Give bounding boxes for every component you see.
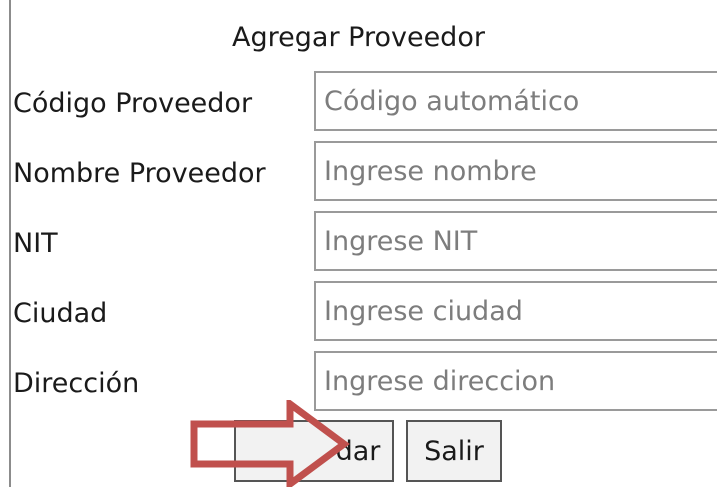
ciudad-input[interactable] (314, 281, 717, 341)
ciudad-label: Ciudad (13, 298, 108, 329)
nit-label: NIT (13, 228, 58, 259)
salir-button-label: Salir (424, 435, 484, 467)
codigo-proveedor-input[interactable] (314, 71, 717, 131)
codigo-proveedor-label: Código Proveedor (13, 88, 253, 119)
nit-input[interactable] (314, 211, 717, 271)
guardar-button[interactable]: dar (234, 420, 394, 482)
guardar-button-label: dar (335, 435, 381, 467)
salir-button[interactable]: Salir (406, 420, 502, 482)
nombre-proveedor-input[interactable] (314, 141, 717, 201)
direccion-label: Dirección (13, 368, 140, 399)
form-title: Agregar Proveedor (232, 22, 485, 53)
direccion-input[interactable] (314, 351, 717, 411)
nombre-proveedor-label: Nombre Proveedor (13, 158, 266, 189)
